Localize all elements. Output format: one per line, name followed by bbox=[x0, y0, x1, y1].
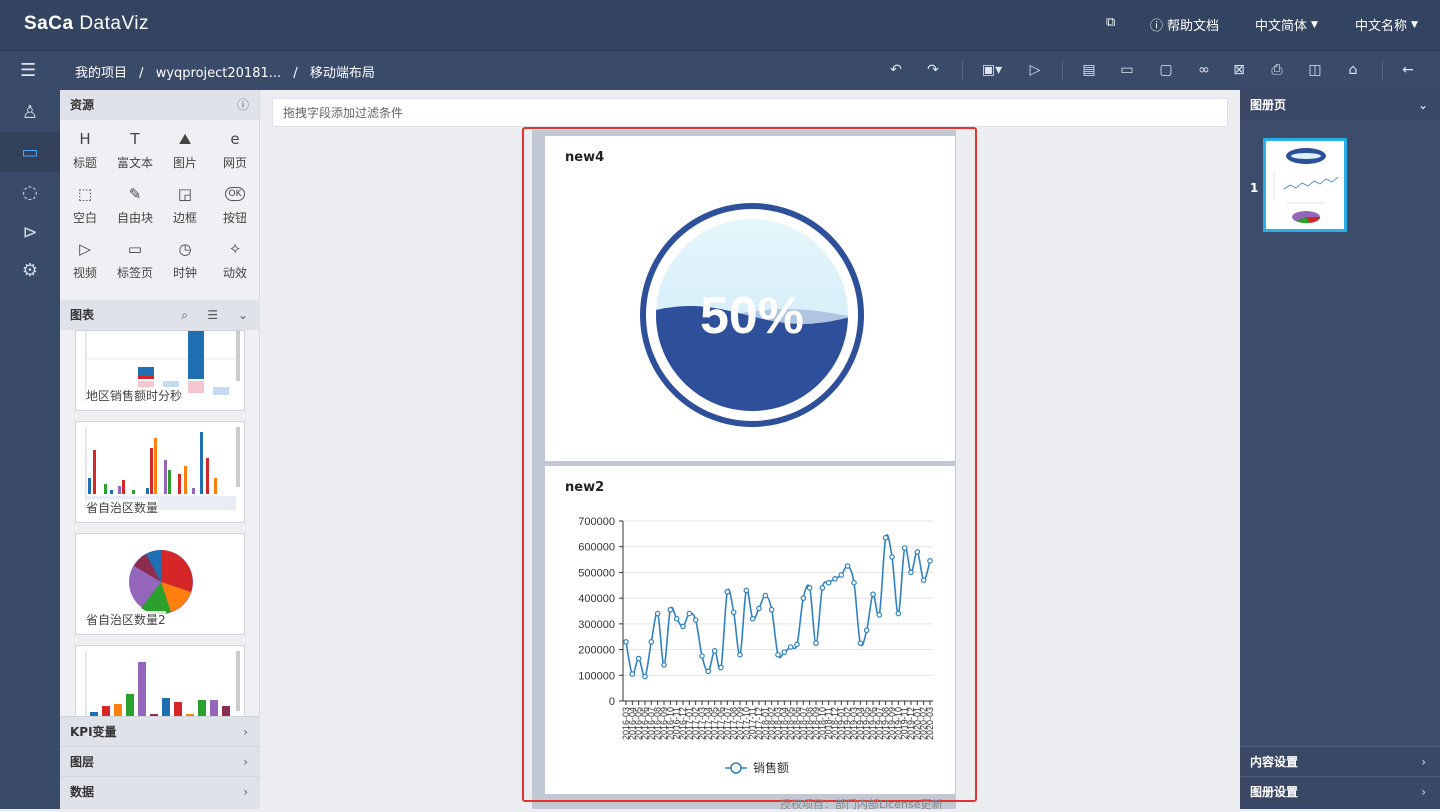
button-icon: OK bbox=[225, 187, 245, 201]
settings-gear-icon[interactable]: ⚙ bbox=[0, 250, 60, 290]
widget-video[interactable]: ▷ 视频 bbox=[60, 238, 110, 293]
charts-header: 图表 ⌕ ☰ ⌄ bbox=[60, 300, 260, 330]
caret-down-icon: ▼ bbox=[1411, 19, 1418, 30]
breadcrumb-page: 移动端布局 bbox=[309, 66, 375, 81]
chart-thumb[interactable]: 省自治区数量 bbox=[75, 421, 245, 523]
redo-icon[interactable]: ↷ bbox=[924, 61, 942, 79]
tabpage-icon: ▭ bbox=[127, 240, 143, 258]
tag-icon[interactable]: ⌂ bbox=[1344, 61, 1362, 79]
blank-icon: ⬚ bbox=[77, 185, 93, 203]
pdf-export-icon[interactable]: ⎙ bbox=[1268, 61, 1286, 79]
data-accordion[interactable]: 数据 › bbox=[60, 776, 260, 809]
design-canvas: 拖拽字段添加过滤条件 new4 50% new2 700000 600000 500… bbox=[260, 90, 1240, 811]
widget-richtext[interactable]: T 富文本 bbox=[110, 128, 160, 183]
page-thumbnail[interactable] bbox=[1263, 138, 1347, 232]
document-icon[interactable]: ▤ bbox=[1080, 61, 1098, 79]
breadcrumb-project[interactable]: wyqproject20181... bbox=[156, 66, 281, 81]
widget-tabpage[interactable]: ▭ 标签页 bbox=[110, 238, 160, 293]
video-icon: ▷ bbox=[79, 240, 91, 258]
search-icon[interactable]: ⌕ bbox=[181, 300, 188, 330]
widget-freeblock[interactable]: ✎ 自由块 bbox=[110, 183, 160, 238]
album-settings-accordion[interactable]: 图册设置 › bbox=[1240, 776, 1440, 809]
caret-down-icon: ▼ bbox=[1311, 19, 1318, 30]
left-nav: ♙ ▭ ◌ ⊳ ⚙ bbox=[0, 90, 60, 809]
content-settings-accordion[interactable]: 内容设置 › bbox=[1240, 746, 1440, 776]
undo-icon[interactable]: ↶ bbox=[887, 61, 905, 79]
freeblock-icon: ✎ bbox=[128, 185, 142, 203]
link-icon[interactable]: ∞ bbox=[1195, 61, 1213, 79]
heading-icon: H bbox=[79, 130, 91, 148]
name-display-dropdown[interactable]: 中文名称 ▼ bbox=[1355, 15, 1418, 34]
chart-thumb[interactable]: 省自治区数量2 bbox=[75, 533, 245, 635]
chevron-down-icon: ⌄ bbox=[1417, 98, 1428, 112]
chart-thumb[interactable] bbox=[75, 645, 245, 716]
layers-accordion[interactable]: 图层 › bbox=[60, 746, 260, 776]
app-logo[interactable]: SaCa DataViz bbox=[24, 13, 149, 35]
save-icon[interactable]: ▣▾ bbox=[978, 61, 1006, 79]
left-panel: 资源 ⓘ H 标题 T 富文本 ⛰ 图片 e 网页 ⬚ 空白 ✎ 自由块 ◲ 边框 OK 按钮 ▷ 视频 ▭ 标签页 ◷… bbox=[60, 90, 260, 809]
user-icon[interactable]: ♙ bbox=[0, 92, 60, 132]
image-export-icon[interactable]: ◫ bbox=[1306, 61, 1324, 79]
thumb-bar-chart-2 bbox=[85, 651, 240, 716]
richtext-icon: T bbox=[130, 130, 140, 148]
list-icon[interactable]: ☰ bbox=[207, 300, 218, 330]
chart-thumb[interactable]: 地区销售额时分秒 bbox=[75, 330, 245, 411]
clock-icon: ◷ bbox=[178, 240, 192, 258]
widget-animation[interactable]: ✧ 动效 bbox=[210, 238, 260, 293]
chevron-right-icon: › bbox=[243, 725, 248, 739]
page-thumbnail-preview bbox=[1273, 148, 1339, 224]
selection-highlight bbox=[522, 127, 977, 802]
chevron-right-icon: › bbox=[243, 785, 248, 799]
chart-thumbs-list: 地区销售额时分秒 省自治区数量 省自治区数量2 bbox=[60, 330, 260, 716]
help-docs-link[interactable]: ⓘ 帮助文档 bbox=[1150, 15, 1219, 34]
menu-icon[interactable]: ☰ bbox=[20, 60, 36, 81]
top-bar: SaCa DataViz ⧉ ⓘ 帮助文档 中文简体 ▼ 中文名称 ▼ bbox=[0, 0, 1440, 50]
chevron-right-icon: › bbox=[243, 755, 248, 769]
widget-blank[interactable]: ⬚ 空白 bbox=[60, 183, 110, 238]
filter-drop-zone[interactable]: 拖拽字段添加过滤条件 bbox=[272, 98, 1228, 127]
edit-icon[interactable]: ⧉ bbox=[1106, 15, 1115, 30]
excel-export-icon[interactable]: ⊠ bbox=[1230, 61, 1248, 79]
breadcrumb: 我的项目 / wyqproject20181... / 移动端布局 bbox=[75, 66, 375, 81]
widget-clock[interactable]: ◷ 时钟 bbox=[160, 238, 210, 293]
language-dropdown[interactable]: 中文简体 ▼ bbox=[1255, 15, 1318, 34]
card-icon[interactable]: ▭ bbox=[1118, 61, 1136, 79]
resources-header: 资源 ⓘ bbox=[60, 90, 259, 120]
page-number: 1 bbox=[1250, 181, 1259, 195]
back-arrow-icon[interactable]: ← bbox=[1399, 61, 1417, 79]
right-panel: 图册页 ⌄ 1 内容设置 › 图册设置 › bbox=[1240, 90, 1440, 809]
animation-icon: ✧ bbox=[228, 240, 242, 258]
monitor-icon[interactable]: ▭ bbox=[0, 132, 60, 172]
chevron-right-icon: › bbox=[1421, 755, 1426, 769]
desktop-icon[interactable]: ▢ bbox=[1157, 61, 1175, 79]
cycle-icon[interactable]: ◌ bbox=[0, 172, 60, 212]
help-icon[interactable]: ⓘ bbox=[237, 90, 249, 120]
widget-heading[interactable]: H 标题 bbox=[60, 128, 110, 183]
preview-play-icon[interactable]: ▷ bbox=[1026, 61, 1044, 79]
kpi-variables-accordion[interactable]: KPI变量 › bbox=[60, 716, 260, 746]
breadcrumb-root[interactable]: 我的项目 bbox=[75, 66, 127, 81]
play-circle-icon[interactable]: ⊳ bbox=[0, 212, 60, 252]
toolbar: ☰ 我的项目 / wyqproject20181... / 移动端布局 ↶ ↷ … bbox=[0, 50, 1440, 90]
widget-image[interactable]: ⛰ 图片 bbox=[160, 128, 210, 183]
widget-webpage[interactable]: e 网页 bbox=[210, 128, 260, 183]
widget-button[interactable]: OK 按钮 bbox=[210, 183, 260, 238]
widget-grid: H 标题 T 富文本 ⛰ 图片 e 网页 ⬚ 空白 ✎ 自由块 ◲ 边框 OK 按钮 ▷ 视频 ▭ 标签页 ◷ 时钟 ✧ 动效 bbox=[60, 120, 259, 293]
help-icon: ⓘ bbox=[1150, 19, 1164, 34]
chevron-down-icon[interactable]: ⌄ bbox=[238, 300, 248, 330]
chevron-right-icon: › bbox=[1421, 785, 1426, 799]
pages-header: 图册页 ⌄ bbox=[1240, 90, 1440, 120]
border-icon: ◲ bbox=[177, 185, 193, 203]
license-text: 授权项目：部门内部License更新 bbox=[780, 798, 943, 811]
widget-border[interactable]: ◲ 边框 bbox=[160, 183, 210, 238]
image-icon: ⛰ bbox=[178, 130, 192, 148]
webpage-icon: e bbox=[230, 130, 240, 148]
